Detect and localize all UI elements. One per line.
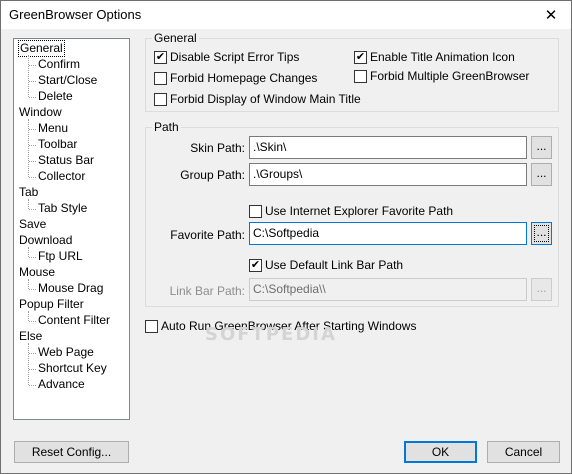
checkbox-box [145,319,158,333]
tree-connector [29,81,36,82]
checkbox-box [154,71,167,85]
checkbox-box [249,204,262,218]
checkbox-label: Disable Script Error Tips [170,50,300,64]
tree-connector [28,311,29,321]
tree-item-collector[interactable]: Collector [38,169,85,184]
tree-connector [29,65,36,66]
tree-connector [29,177,36,178]
tree-item-tab-style[interactable]: Tab Style [38,201,87,216]
tree-item-status-bar[interactable]: Status Bar [38,153,94,168]
favorite-path-label: Favorite Path: [170,228,245,242]
watermark-text: SOFTPEDIA [205,324,337,345]
reset-config-button[interactable]: Reset Config... [14,441,129,463]
close-icon[interactable]: ✕ [531,1,571,29]
checkbox-label: Forbid Display of Window Main Title [170,92,361,106]
use-default-link-checkbox[interactable]: ✔ Use Default Link Bar Path [249,258,403,272]
checkbox-box: ✔ [154,50,167,64]
checkbox-label: Use Internet Explorer Favorite Path [265,204,454,218]
tree-connector [29,129,36,130]
tree-item-confirm[interactable]: Confirm [38,57,80,72]
general-group-label: General [152,31,199,45]
tree-connector [28,247,29,257]
tree-connector [29,209,36,210]
tree-item-general[interactable]: General [18,40,65,57]
forbid-multiple-checkbox[interactable]: Forbid Multiple GreenBrowser [354,69,529,83]
favorite-path-input[interactable]: C:\Softpedia [249,222,527,245]
tree-item-mouse-drag[interactable]: Mouse Drag [38,281,103,296]
tree-item-shortcut-key[interactable]: Shortcut Key [38,361,107,376]
skin-path-input[interactable]: .\Skin\ [249,136,527,159]
cancel-button[interactable]: Cancel [487,441,560,463]
window-title: GreenBrowser Options [9,7,142,22]
path-group-label: Path [152,120,181,134]
link-bar-path-browse-button[interactable]: ... [531,278,552,301]
tree-connector [28,55,29,97]
tree-connector [29,385,36,386]
tree-item-advance[interactable]: Advance [38,377,85,392]
tree-item-menu[interactable]: Menu [38,121,68,136]
forbid-window-title-checkbox[interactable]: Forbid Display of Window Main Title [154,92,361,106]
checkbox-box [354,69,367,83]
options-dialog: GreenBrowser Options ✕ General Confirm Sta… [0,0,572,474]
ok-button[interactable]: OK [404,441,477,463]
link-bar-path-label: Link Bar Path: [169,284,245,298]
tree-connector [29,257,36,258]
tree-item-window[interactable]: Window [19,105,62,120]
tree-connector [29,97,36,98]
group-path-input[interactable]: .\Groups\ [249,163,527,186]
options-tree[interactable]: General Confirm Start/Close Delete Window Men… [13,38,130,420]
group-path-browse-button[interactable]: ... [531,163,552,186]
tree-item-start-close[interactable]: Start/Close [38,73,97,88]
checkbox-box [154,92,167,106]
tree-item-delete[interactable]: Delete [38,89,73,104]
disable-script-errors-checkbox[interactable]: ✔ Disable Script Error Tips [154,50,299,64]
tree-item-web-page[interactable]: Web Page [38,345,94,360]
tree-item-save[interactable]: Save [19,217,46,232]
title-bar: GreenBrowser Options ✕ [1,1,571,29]
checkbox-label: Use Default Link Bar Path [265,258,404,272]
group-path-label: Group Path: [180,168,245,182]
tree-connector [29,321,36,322]
checkbox-label: Forbid Multiple GreenBrowser [370,69,530,83]
checkbox-box: ✔ [354,50,367,64]
tree-item-popup-filter[interactable]: Popup Filter [19,297,84,312]
forbid-homepage-changes-checkbox[interactable]: Forbid Homepage Changes [154,71,317,85]
tree-item-download[interactable]: Download [19,233,72,248]
tree-connector [29,289,36,290]
tree-connector [28,343,29,385]
tree-connector [28,279,29,289]
tree-connector [29,353,36,354]
tree-item-content-filter[interactable]: Content Filter [38,313,110,328]
tree-item-ftp-url[interactable]: Ftp URL [38,249,83,264]
checkbox-label: Enable Title Animation Icon [370,50,515,64]
tree-connector [29,145,36,146]
tree-connector [28,199,29,209]
use-ie-favorite-checkbox[interactable]: Use Internet Explorer Favorite Path [249,204,453,218]
tree-item-toolbar[interactable]: Toolbar [38,137,77,152]
checkbox-label: Forbid Homepage Changes [170,71,318,85]
tree-item-tab[interactable]: Tab [19,185,38,200]
tree-item-else[interactable]: Else [19,329,42,344]
enable-title-animation-checkbox[interactable]: ✔ Enable Title Animation Icon [354,50,515,64]
tree-item-mouse[interactable]: Mouse [19,265,55,280]
link-bar-path-input[interactable]: C:\Softpedia\\ [249,278,527,301]
checkbox-box: ✔ [249,258,262,272]
skin-path-browse-button[interactable]: ... [531,136,552,159]
tree-connector [29,161,36,162]
skin-path-label: Skin Path: [190,141,245,155]
tree-connector [28,119,29,177]
tree-connector [29,369,36,370]
favorite-path-browse-button[interactable]: ... [531,222,552,245]
